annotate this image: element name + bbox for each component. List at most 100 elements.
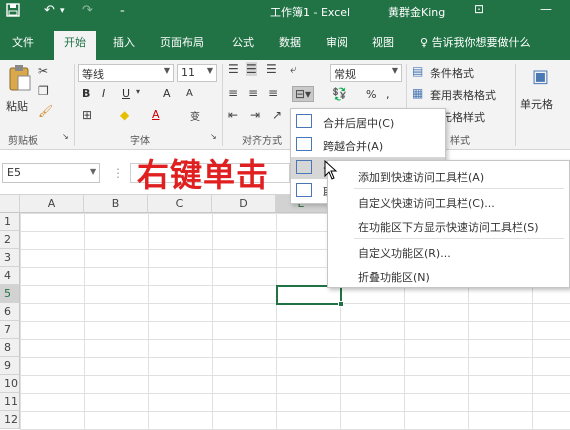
font-group-label: 字体 [130, 136, 150, 147]
active-cell-e5[interactable] [276, 285, 344, 307]
fill-color-icon[interactable]: ◆ [120, 108, 129, 122]
italic-button[interactable]: I [102, 87, 105, 100]
decrease-indent-icon[interactable]: ⇤ [228, 108, 238, 122]
bold-button[interactable]: B [82, 87, 90, 100]
underline-button[interactable]: U [122, 87, 130, 100]
align-left-icon[interactable]: ≡ [228, 86, 238, 100]
copy-icon[interactable]: ❐ [38, 84, 49, 98]
borders-icon[interactable]: ⊞ [82, 108, 92, 122]
row-header[interactable]: 10 [0, 375, 20, 393]
increase-indent-icon[interactable]: ⇥ [250, 108, 260, 122]
align-right-icon[interactable]: ≡ [268, 86, 278, 100]
row-header[interactable]: 11 [0, 393, 20, 411]
name-box-dropdown-icon[interactable]: ▼ [90, 167, 96, 176]
tab-page-layout[interactable]: 页面布局 [160, 34, 204, 50]
save-icon[interactable] [6, 3, 20, 21]
unmerge-cells-icon [296, 183, 312, 197]
collapse-ribbon-item[interactable]: 折叠功能区(N) [358, 269, 430, 285]
orientation-icon[interactable]: ↗ [272, 108, 282, 122]
column-header[interactable]: C [148, 195, 212, 213]
row-header[interactable]: 8 [0, 339, 20, 357]
underline-dropdown-icon[interactable]: ▾ [136, 87, 140, 96]
column-header[interactable]: A [20, 195, 84, 213]
row-header[interactable]: 1 [0, 213, 20, 231]
align-center-icon[interactable]: ≡ [248, 86, 258, 100]
row-header[interactable]: 9 [0, 357, 20, 375]
minimize-icon[interactable]: — [540, 2, 552, 16]
tab-review[interactable]: 审阅 [326, 34, 348, 50]
shrink-font-button[interactable]: A [186, 88, 193, 99]
number-format-value: 常规 [334, 68, 356, 81]
row-header[interactable]: 4 [0, 267, 20, 285]
font-launcher-icon[interactable]: ↘ [210, 132, 217, 141]
row-header[interactable]: 5 [0, 285, 20, 303]
add-to-qat-item[interactable]: 添加到快速访问工具栏(A) [358, 169, 484, 185]
ribbon-display-icon[interactable]: ⊡ [474, 2, 484, 16]
merge-center-item[interactable]: 合并后居中(C) [291, 111, 445, 133]
excel-window: ↶ ▾ ↷ ₌ 工作簿1 - Excel 黄群金King ⊡ — 文件 开始 插… [0, 0, 570, 430]
undo-dropdown-icon[interactable]: ▾ [60, 6, 65, 16]
merge-center-icon[interactable]: ⊟▾ [292, 86, 315, 102]
tab-home[interactable]: 开始 [54, 31, 96, 60]
customize-qat-icon[interactable]: ₌ [120, 6, 125, 16]
context-menu: 添加到快速访问工具栏(A) 自定义快速访问工具栏(C)... 在功能区下方显示快… [327, 160, 570, 288]
middle-align-icon[interactable]: ☰ [246, 62, 257, 76]
customize-ribbon-item[interactable]: 自定义功能区(R)... [358, 245, 451, 261]
bottom-align-icon[interactable]: ☰ [266, 62, 277, 76]
tell-me-box[interactable]: ♀ 告诉我你想要做什么 [420, 34, 531, 50]
row-header[interactable]: 2 [0, 231, 20, 249]
show-qat-below-item[interactable]: 在功能区下方显示快速访问工具栏(S) [358, 219, 539, 235]
currency-icon[interactable]: 💱 [332, 87, 347, 101]
percent-button[interactable]: % [366, 88, 376, 101]
conditional-format-button[interactable]: 条件格式 [430, 65, 474, 81]
grow-font-button[interactable]: A [163, 87, 171, 100]
tab-file[interactable]: 文件 [12, 34, 34, 50]
row-header[interactable]: 3 [0, 249, 20, 267]
tab-formulas[interactable]: 公式 [232, 34, 254, 50]
tab-view[interactable]: 视图 [372, 34, 394, 50]
number-format-select[interactable]: 常规 ▼ [330, 64, 402, 82]
menu-item-label: 跨越合并(A) [323, 140, 384, 153]
ribbon-tabs: 文件 开始 插入 页面布局 公式 数据 审阅 视图 ♀ 告诉我你想要做什么 [0, 22, 570, 60]
row-header[interactable]: 6 [0, 303, 20, 321]
font-size-select[interactable]: 11 ▼ [177, 64, 217, 82]
cells-button[interactable]: 单元格 [520, 96, 553, 112]
table-format-icon[interactable]: ▦ [412, 86, 423, 100]
ribbon-home: 粘贴 ✂ ❐ 🖌 剪贴板 ↘ 等线 ▼ 11 ▼ B I U ▾ A A ⊞ ◆ A… [0, 60, 570, 150]
menu-item-label: 合并后居中(C) [323, 117, 395, 130]
row-header[interactable]: 12 [0, 411, 20, 429]
paste-button[interactable]: 粘贴 [6, 98, 28, 114]
formula-options-icon[interactable]: ⋮ [112, 166, 124, 180]
phonetic-button[interactable]: 变 [190, 108, 200, 123]
redo-icon[interactable]: ↷ [82, 3, 93, 18]
cut-icon[interactable]: ✂ [38, 64, 48, 78]
merge-cells-icon [296, 160, 312, 174]
table-format-button[interactable]: 套用表格格式 [430, 87, 496, 103]
cells-icon[interactable]: ▣ [532, 66, 549, 87]
user-name[interactable]: 黄群金King [388, 4, 445, 20]
separator [515, 64, 516, 146]
fill-handle[interactable] [338, 301, 344, 307]
wrap-text-icon[interactable]: ⤶ [290, 62, 297, 77]
font-color-button[interactable]: A [152, 108, 160, 121]
select-all-corner[interactable] [0, 195, 20, 213]
format-painter-icon[interactable]: 🖌 [38, 104, 53, 118]
tab-insert[interactable]: 插入 [113, 34, 135, 50]
title-bar: ↶ ▾ ↷ ₌ 工作簿1 - Excel 黄群金King ⊡ — [0, 0, 570, 22]
customize-qat-item[interactable]: 自定义快速访问工具栏(C)... [358, 195, 495, 211]
merge-across-item[interactable]: 跨越合并(A) [291, 134, 445, 156]
paste-icon[interactable] [6, 64, 34, 92]
font-name-select[interactable]: 等线 ▼ [78, 64, 174, 82]
conditional-format-icon[interactable]: ▤ [412, 64, 423, 78]
separator [222, 64, 223, 146]
undo-icon[interactable]: ↶ [44, 3, 55, 18]
column-header[interactable]: B [84, 195, 148, 213]
menu-separator [354, 238, 564, 239]
clipboard-launcher-icon[interactable]: ↘ [62, 132, 69, 141]
comma-button[interactable]: , [386, 88, 390, 101]
column-header[interactable]: D [212, 195, 276, 213]
name-box[interactable]: E5 [2, 163, 100, 183]
tab-data[interactable]: 数据 [279, 34, 301, 50]
row-header[interactable]: 7 [0, 321, 20, 339]
top-align-icon[interactable]: ☰ [228, 62, 239, 76]
